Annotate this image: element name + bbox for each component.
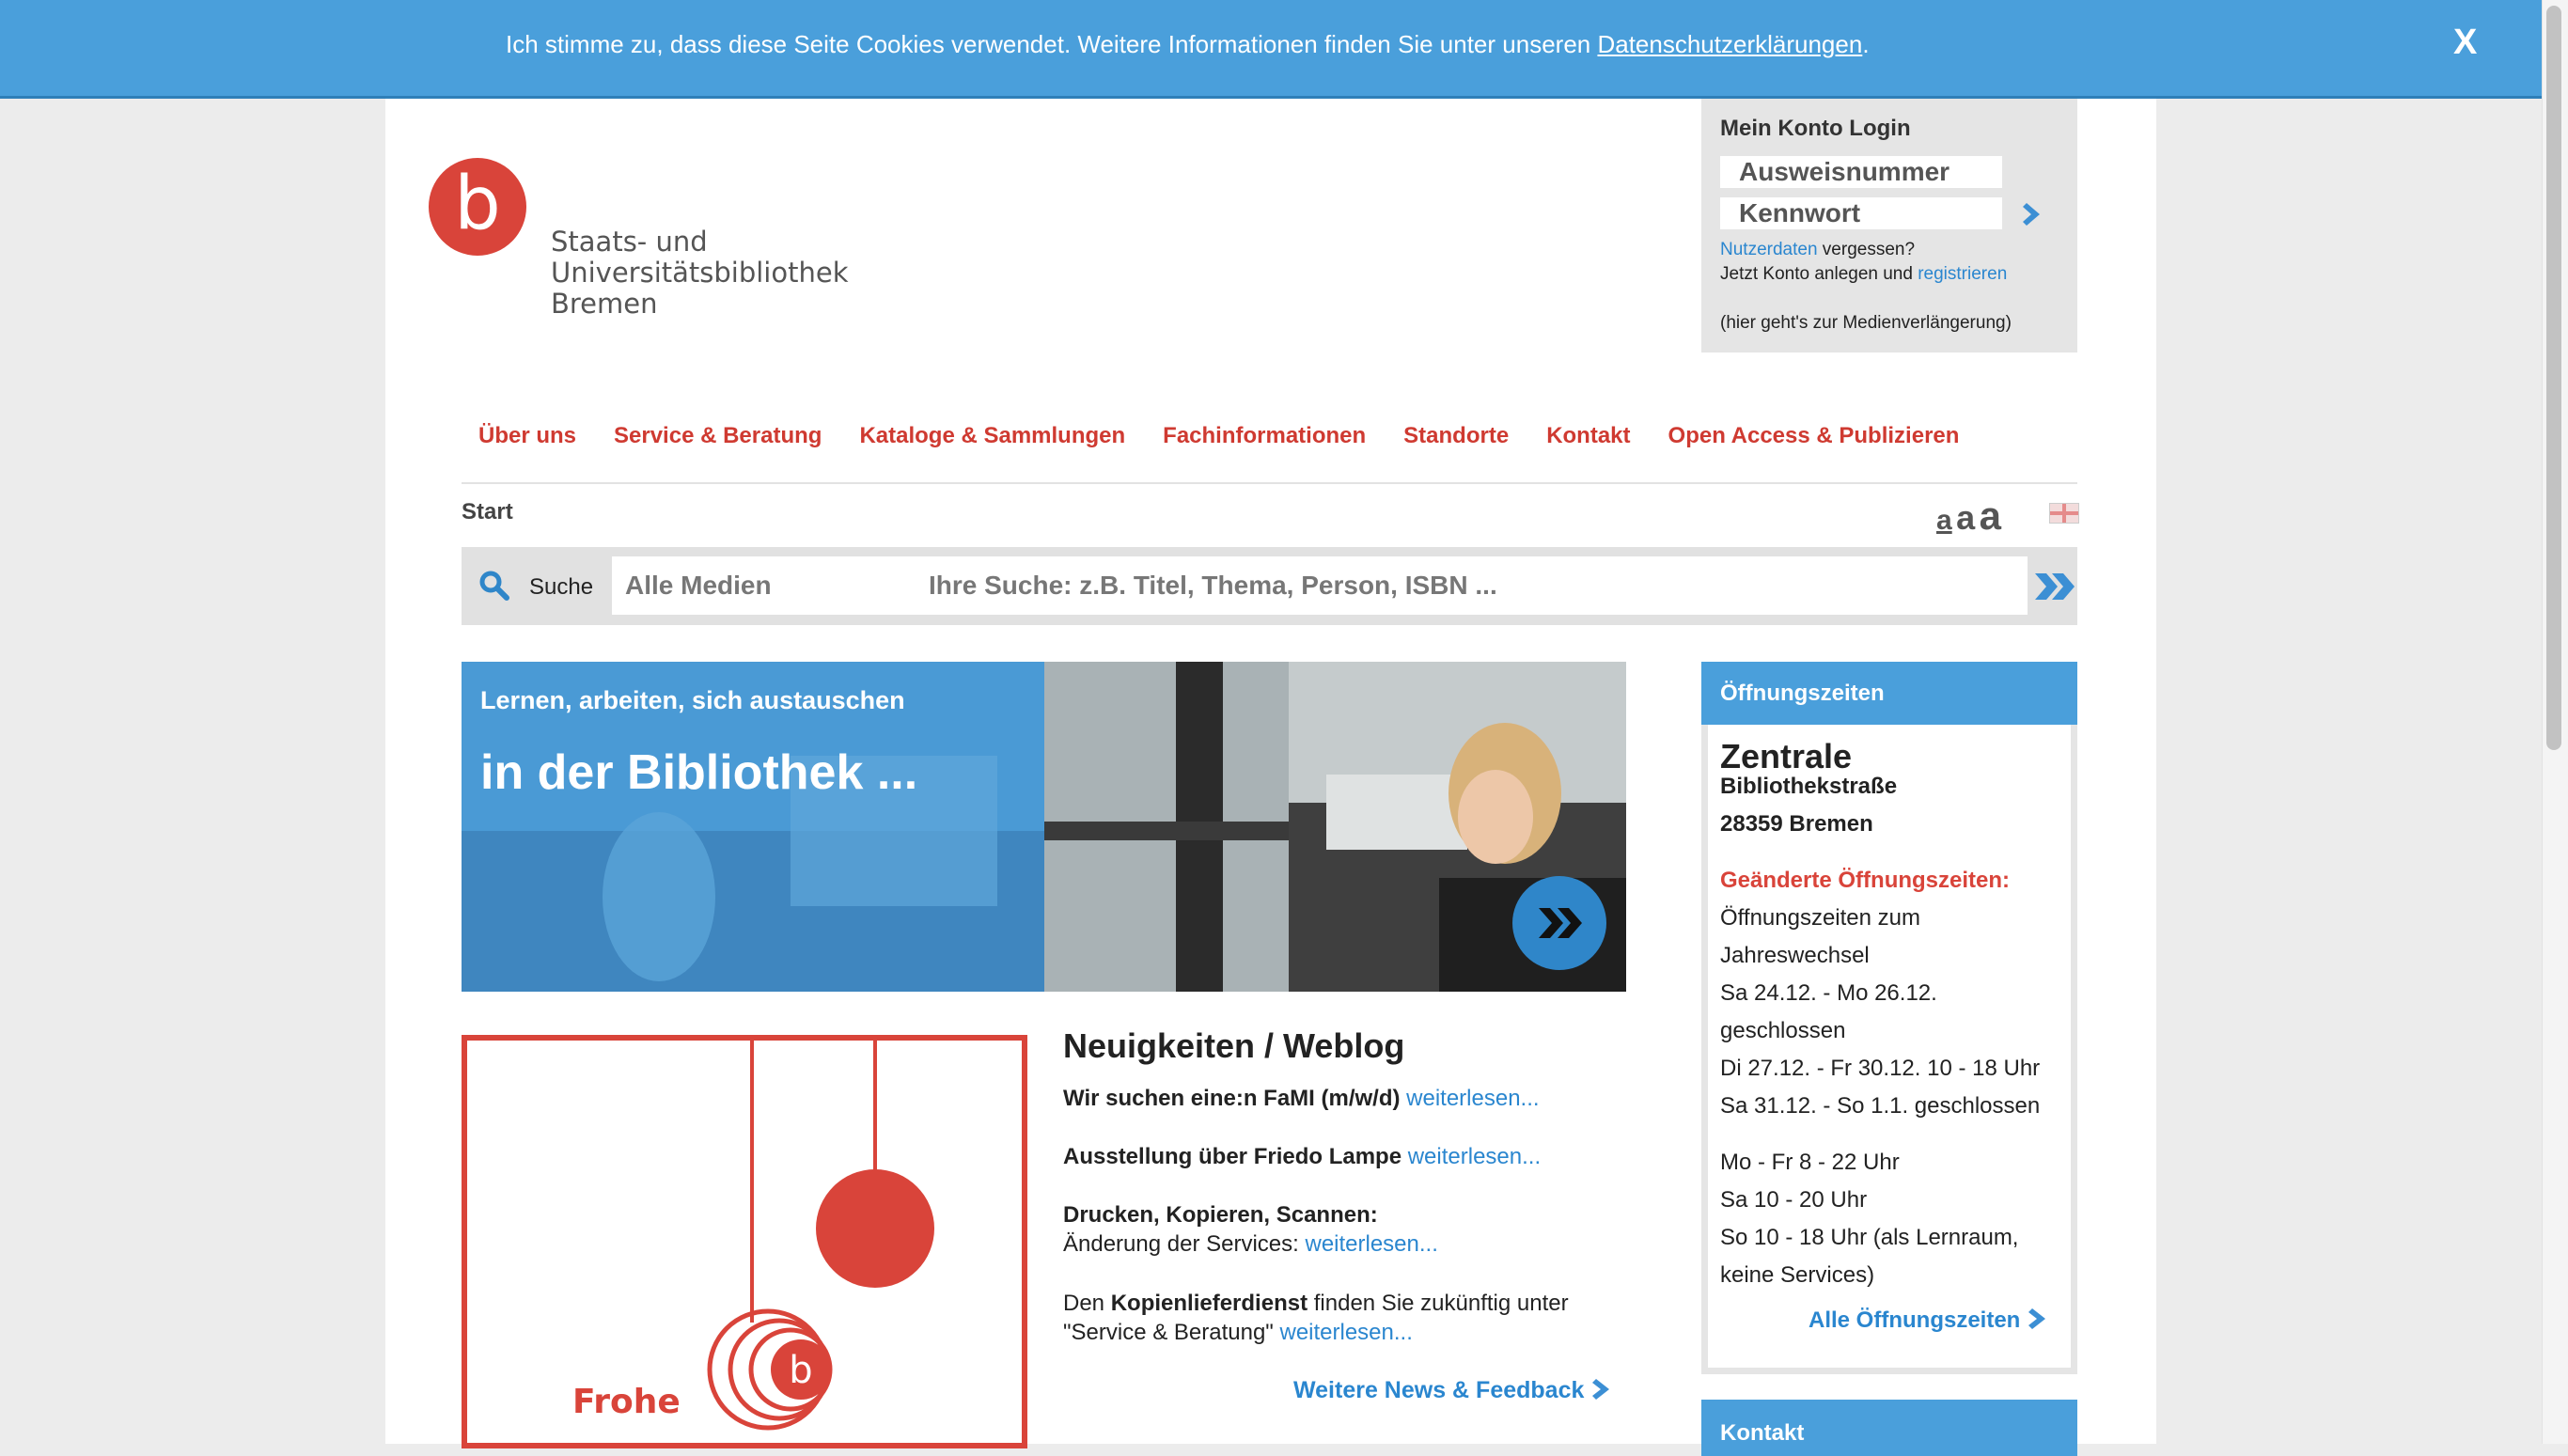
logo-line-3: Bremen <box>551 288 658 320</box>
cookie-message: Ich stimme zu, dass diese Seite Cookies … <box>506 30 1598 58</box>
font-size-controls: a a a <box>1936 493 2001 539</box>
cookie-suffix: . <box>1862 30 1870 58</box>
nav-item-open-access[interactable]: Open Access & Publizieren <box>1668 423 1960 449</box>
news-item-4-text: finden Sie zukünftig unter <box>1307 1291 1569 1316</box>
more-news-label: Weitere News & Feedback <box>1293 1377 1585 1403</box>
opening-hours-title: Öffnungszeiten <box>1720 681 1885 706</box>
login-submit-arrow-icon[interactable] <box>2019 200 2047 228</box>
news-item-4-link[interactable]: weiterlesen... <box>1279 1320 1412 1345</box>
font-size-medium[interactable]: a <box>1956 498 1975 537</box>
breadcrumb[interactable]: Start <box>462 499 513 525</box>
logo-text[interactable]: Staats- und Universitätsbibliothek Breme… <box>551 227 849 320</box>
regular-hours-line: keine Services) <box>1720 1262 1875 1288</box>
regular-hours-line: Mo - Fr 8 - 22 Uhr <box>1720 1150 1900 1175</box>
logo-letter: b <box>454 162 501 246</box>
font-size-small[interactable]: a <box>1936 505 1952 536</box>
location-street: Bibliothekstraße <box>1720 774 1898 799</box>
font-size-large[interactable]: a <box>1980 493 2001 538</box>
nav-item-catalogs[interactable]: Kataloge & Sammlungen <box>859 423 1125 449</box>
search-input[interactable] <box>910 556 2028 615</box>
logo-line-1: Staats- und <box>551 226 708 258</box>
all-opening-hours-link[interactable]: Alle Öffnungszeiten <box>1809 1302 2051 1339</box>
logo-icon[interactable]: b <box>429 158 526 256</box>
page-content: b Staats- und Universitätsbibliothek Bre… <box>385 99 2156 1456</box>
changed-hours-line: Sa 24.12. - Mo 26.12. <box>1720 980 1937 1006</box>
news-item-3-title: Drucken, Kopieren, Scannen: <box>1063 1202 1378 1228</box>
changed-hours-line: Öffnungszeiten zum <box>1720 905 1921 931</box>
svg-text:b: b <box>789 1349 812 1392</box>
news-item-4-title: Kopienlieferdienst <box>1110 1291 1308 1316</box>
more-news-link[interactable]: Weitere News & Feedback <box>1293 1377 1615 1404</box>
user-data-link[interactable]: Nutzerdaten <box>1720 240 1818 259</box>
english-flag-icon[interactable] <box>2049 503 2079 524</box>
regular-hours-line: So 10 - 18 Uhr (als Lernraum, <box>1720 1225 2019 1250</box>
nav-item-contact[interactable]: Kontakt <box>1546 423 1630 449</box>
greeting-card-image[interactable]: b Frohe <box>462 1035 1027 1448</box>
changed-hours-label: Geänderte Öffnungszeiten: <box>1720 868 2011 893</box>
changed-hours-line: geschlossen <box>1720 1018 1846 1043</box>
login-title: Mein Konto Login <box>1720 116 1911 141</box>
news-item-3: Drucken, Kopieren, Scannen: Änderung der… <box>1063 1200 1438 1259</box>
register-link[interactable]: registrieren <box>1918 264 2007 284</box>
forgot-text: vergessen? <box>1817 240 1916 259</box>
changed-hours-line: Sa 31.12. - So 1.1. geschlossen <box>1720 1093 2041 1119</box>
cookie-text: Ich stimme zu, dass diese Seite Cookies … <box>506 30 1870 59</box>
create-account: Jetzt Konto anlegen und registrieren <box>1720 264 2007 285</box>
search-bar: Suche Alle Medien <box>462 547 2077 625</box>
renewal-link[interactable]: (hier geht's zur Medienverlängerung) <box>1720 313 2012 334</box>
news-item-4-line2: "Service & Beratung" <box>1063 1320 1280 1345</box>
cookie-bar: Ich stimme zu, dass diese Seite Cookies … <box>0 0 2542 99</box>
chevron-right-icon <box>2028 1308 2046 1329</box>
search-submit-icon[interactable] <box>2031 568 2078 605</box>
nav-divider <box>462 482 2077 484</box>
news-item-1-link[interactable]: weiterlesen... <box>1406 1086 1539 1111</box>
scrollbar-thumb[interactable] <box>2546 6 2561 750</box>
create-account-text: Jetzt Konto anlegen und <box>1720 264 1918 284</box>
hero-title: in der Bibliothek ... <box>480 745 918 800</box>
hero-subtitle: Lernen, arbeiten, sich austauschen <box>480 686 905 714</box>
news-item-1: Wir suchen eine:n FaMI (m/w/d) weiterles… <box>1063 1084 1540 1113</box>
news-item-4-prefix: Den <box>1063 1291 1111 1316</box>
main-nav: Über uns Service & Beratung Kataloge & Sam… <box>478 423 1996 449</box>
login-box: Mein Konto Login Nutzerdaten vergessen? … <box>1701 99 2077 352</box>
hero-banner[interactable]: Lernen, arbeiten, sich austauschen in de… <box>462 662 1626 992</box>
regular-hours-line: Sa 10 - 20 Uhr <box>1720 1187 1868 1213</box>
news-item-3-text: Änderung der Services: <box>1063 1231 1306 1257</box>
media-type-value: Alle Medien <box>625 571 772 600</box>
double-chevron-right-icon <box>1539 908 1582 938</box>
news-title: Neuigkeiten / Weblog <box>1063 1026 1405 1065</box>
cookie-close-button[interactable]: X <box>2453 23 2477 63</box>
changed-hours-line: Jahreswechsel <box>1720 943 1870 968</box>
contact-title: Kontakt <box>1720 1420 1805 1446</box>
christmas-ornament-icon: b <box>707 1041 934 1431</box>
news-item-3-link[interactable]: weiterlesen... <box>1305 1231 1437 1257</box>
chevron-right-icon <box>1592 1379 1610 1400</box>
search-label: Suche <box>529 574 594 600</box>
news-item-2-title: Ausstellung über Friedo Lampe <box>1063 1144 1402 1169</box>
search-icon <box>479 571 509 601</box>
news-item-1-title: Wir suchen eine:n FaMI (m/w/d) <box>1063 1086 1401 1111</box>
location-city: 28359 Bremen <box>1720 811 1873 837</box>
news-item-4: Den Kopienlieferdienst finden Sie zukünf… <box>1063 1289 1569 1347</box>
changed-hours-line: Di 27.12. - Fr 30.12. 10 - 18 Uhr <box>1720 1056 2041 1081</box>
logo-line-2: Universitätsbibliothek <box>551 257 849 289</box>
card-greeting-text: Frohe <box>572 1383 681 1421</box>
news-item-2: Ausstellung über Friedo Lampe weiterlese… <box>1063 1142 1541 1171</box>
contact-header[interactable]: Kontakt <box>1701 1400 2077 1456</box>
opening-hours-header: Öffnungszeiten <box>1701 662 2077 725</box>
privacy-policy-link[interactable]: Datenschutzerklärungen <box>1597 30 1862 58</box>
news-item-2-link[interactable]: weiterlesen... <box>1408 1144 1541 1169</box>
nav-item-locations[interactable]: Standorte <box>1403 423 1509 449</box>
hero-next-button[interactable] <box>1512 876 1606 970</box>
forgot-credentials: Nutzerdaten vergessen? <box>1720 240 1915 260</box>
nav-item-about[interactable]: Über uns <box>478 423 576 449</box>
nav-item-service[interactable]: Service & Beratung <box>614 423 822 449</box>
nav-item-subject-info[interactable]: Fachinformationen <box>1163 423 1366 449</box>
password-input[interactable] <box>1720 197 2002 229</box>
all-opening-hours-label: Alle Öffnungszeiten <box>1809 1307 2021 1333</box>
library-card-number-input[interactable] <box>1720 156 2002 188</box>
